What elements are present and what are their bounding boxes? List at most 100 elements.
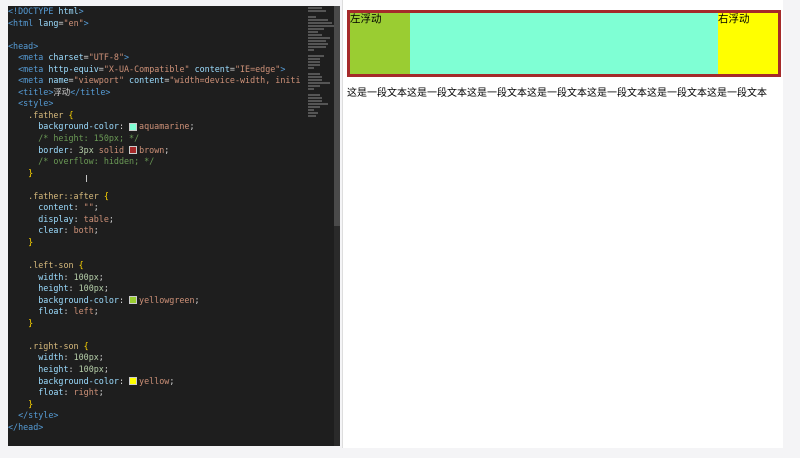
code-line: <!DOCTYPE html> [8, 6, 304, 18]
code-token: http-equiv [48, 63, 99, 74]
code-token: content [189, 63, 230, 74]
code-token: ; [93, 202, 99, 213]
code-token: both [73, 225, 94, 236]
code-line: width: 100px; [8, 352, 304, 364]
code-line: /* height: 150px; */ [8, 133, 304, 145]
code-line: } [8, 237, 304, 249]
code-editor[interactable]: <!DOCTYPE html> <html lang="en"> <head> <m… [8, 6, 340, 446]
code-token: .left-son [28, 260, 79, 271]
code-token: : [118, 375, 130, 386]
color-swatch-icon[interactable] [129, 122, 138, 131]
code-token: right [73, 387, 99, 398]
minimap-line [308, 58, 320, 60]
code-token: ; [103, 363, 109, 374]
code-token: background-color [38, 121, 119, 132]
code-token: width [38, 271, 64, 282]
code-token: > [280, 63, 286, 74]
code-token: ; [98, 271, 104, 282]
code-token: display [38, 213, 74, 224]
color-swatch-icon[interactable] [129, 377, 138, 385]
code-token: <html [8, 17, 39, 28]
code-line: float: right; [8, 387, 304, 399]
minimap-line [308, 73, 320, 75]
code-token: ; [93, 306, 99, 317]
minimap-line [308, 40, 326, 42]
code-token: ; [164, 144, 170, 155]
code-token: brown [139, 144, 165, 155]
minimap-line [308, 7, 322, 9]
right-float-box: 右浮动 [718, 13, 778, 74]
code-token: 3px [78, 144, 94, 155]
code-line: height: 100px; [8, 283, 304, 295]
code-token: } [28, 167, 34, 178]
code-token: 100px [73, 271, 99, 282]
code-token: yellow [139, 375, 170, 386]
minimap-line [308, 37, 330, 39]
code-token: height [38, 283, 69, 294]
code-token: : [63, 225, 74, 236]
code-token: </head> [8, 421, 44, 432]
code-token: </style> [18, 410, 59, 421]
code-token: : [73, 213, 84, 224]
minimap[interactable] [304, 6, 334, 446]
minimap-line [308, 61, 320, 63]
scrollbar-thumb[interactable] [334, 6, 340, 226]
color-swatch-icon[interactable] [129, 146, 138, 155]
code-token: } [28, 398, 34, 409]
code-line: /* overflow: hidden; */ [8, 156, 304, 168]
code-token: } [28, 317, 34, 328]
code-area[interactable]: <!DOCTYPE html> <html lang="en"> <head> <m… [8, 6, 304, 446]
code-line: width: 100px; [8, 272, 304, 284]
code-token: ; [108, 213, 114, 224]
minimap-line [308, 28, 324, 30]
minimap-line [308, 22, 332, 24]
paragraph-text: 这是一段文本这是一段文本这是一段文本这是一段文本这是一段文本这是一段文本这是一段… [347, 88, 767, 99]
code-line: display: table; [8, 214, 304, 226]
minimap-line [308, 10, 326, 12]
editor-scrollbar[interactable] [334, 6, 340, 446]
code-token: solid [93, 144, 130, 155]
code-token: <meta [18, 75, 49, 86]
minimap-line [308, 76, 322, 78]
code-line: <style> [8, 98, 304, 110]
code-line: background-color: yellow; [8, 376, 304, 388]
color-swatch-icon[interactable] [129, 296, 138, 305]
minimap-line [308, 115, 316, 117]
code-token: : [118, 294, 130, 305]
code-token: 100px [78, 283, 104, 294]
code-token: content [38, 202, 74, 213]
code-token: height [38, 363, 69, 374]
code-token: > [83, 17, 89, 28]
minimap-line [308, 49, 314, 51]
minimap-line [308, 19, 328, 21]
code-token: : [63, 306, 74, 317]
text-cursor-icon: I [85, 174, 88, 185]
code-token: : [63, 387, 74, 398]
code-token: aquamarine [139, 121, 190, 132]
code-token: 浮动 [53, 86, 71, 97]
code-token: yellowgreen [139, 294, 195, 305]
code-line: </style> [8, 410, 304, 422]
minimap-line [308, 109, 314, 111]
code-token: : [68, 283, 79, 294]
code-line: content: ""; [8, 202, 304, 214]
code-token: 100px [78, 363, 104, 374]
right-float-label: 右浮动 [718, 13, 750, 25]
code-token: { [68, 109, 74, 120]
code-token: ; [98, 387, 104, 398]
